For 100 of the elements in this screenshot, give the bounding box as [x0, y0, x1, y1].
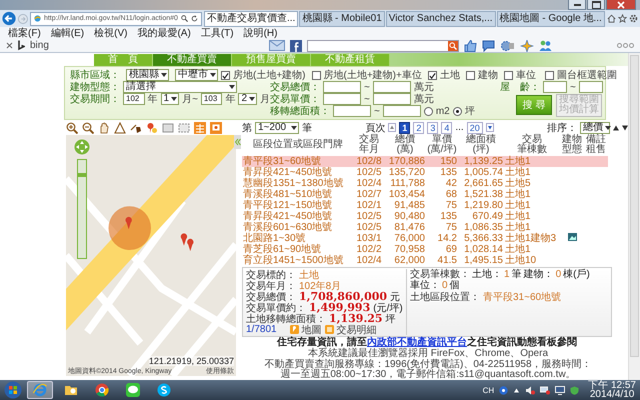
- radio-label: m2: [436, 106, 450, 116]
- column-header: 交易 筆棟數: [504, 134, 560, 156]
- table-cell: 170,886: [388, 156, 425, 167]
- table-cell: 135: [440, 211, 457, 222]
- menu-item[interactable]: 我的最愛(A): [137, 26, 191, 40]
- browser-tab[interactable]: Victor Sanchez Stats,...: [386, 10, 496, 26]
- county-select[interactable]: 桃園縣: [126, 69, 169, 81]
- range-separator: ~: [570, 82, 576, 92]
- clock-date[interactable]: 2014/4/10: [590, 390, 634, 399]
- detail-label: 交易總價：: [246, 290, 296, 302]
- table-cell: 2,661.65: [464, 178, 503, 189]
- table-cell: 青昇段421~450地號: [243, 167, 332, 178]
- field-label: 交易單價：: [270, 92, 320, 106]
- table-cell: 1,139.25: [464, 156, 503, 167]
- table-cell: 102/1: [356, 200, 382, 211]
- range-separator: ~: [374, 106, 380, 116]
- detail-link[interactable]: 地圖: [302, 322, 322, 336]
- unit-label: 萬元: [414, 92, 434, 106]
- page-link[interactable]: 3: [427, 122, 438, 134]
- range-separator: ~: [364, 94, 370, 104]
- page-link[interactable]: 4: [441, 122, 452, 134]
- column-header: 總面積 (坪): [458, 134, 504, 156]
- page-gap: ...: [455, 122, 464, 133]
- platform-link[interactable]: 內政部不動產資訊平台: [367, 337, 467, 348]
- table-cell: 102/4: [356, 178, 382, 189]
- result-row[interactable]: 育立段1451~1500地號 102/4 62,000 41.5 1,495.15 土地10: [242, 255, 608, 266]
- result-row[interactable]: 青溪段481~510地號 102/7 103,454 68 1,521.38 土地1: [242, 189, 608, 200]
- range-select[interactable]: 1~200: [255, 122, 299, 134]
- footer-text: 本系統建議最佳瀏覽器採用 FireFox、Chrome、Opera: [308, 349, 550, 359]
- table-cell: 102/5: [356, 167, 382, 178]
- table-cell: 土地5: [505, 178, 531, 189]
- column-header: 建物 型態: [560, 134, 584, 156]
- field-label: 移轉總面積：: [270, 104, 330, 118]
- site-nav-tab[interactable]: 不動產買賣: [153, 54, 232, 66]
- result-row[interactable]: 北園路1~30號 103/1 76,000 14.2 5,366.33 土地1建物3: [242, 233, 608, 244]
- table-cell: 1,005.74: [464, 167, 503, 178]
- table-cell: 75: [446, 222, 457, 233]
- building-type-select[interactable]: 請選擇: [123, 81, 237, 93]
- result-row[interactable]: 青昇段421~450地號 102/5 90,480 135 670.49 土地1: [242, 211, 608, 222]
- sort-select[interactable]: 總價: [580, 122, 610, 134]
- detail-link[interactable]: 交易明細: [336, 322, 377, 336]
- column-header: 總價 (萬): [384, 134, 426, 156]
- result-row[interactable]: 青昇段421~450地號 102/5 135,720 135 1,005.74 土地1: [242, 167, 608, 178]
- table-cell: 1,086.35: [464, 222, 503, 233]
- year-input[interactable]: 103: [200, 93, 222, 105]
- town-select[interactable]: 中壢市: [175, 69, 218, 81]
- table-cell: 670.49: [472, 211, 503, 222]
- language-indicator[interactable]: CH: [482, 386, 494, 394]
- table-cell: 102/2: [356, 244, 382, 255]
- menu-item[interactable]: 說明(H): [244, 26, 278, 40]
- month-select[interactable]: 1: [160, 93, 180, 105]
- table-cell: 土地1: [505, 189, 531, 200]
- menu-item[interactable]: 檢視(V): [94, 26, 128, 40]
- toolbar-brand: bing: [30, 40, 49, 51]
- month-select[interactable]: 2: [238, 93, 257, 105]
- table-cell: 土地1: [505, 200, 531, 211]
- detail-label: 交易筆棟數：: [410, 269, 470, 280]
- sort-label: 排序：: [547, 122, 578, 134]
- checkbox-label: 圖台框選範圍: [556, 68, 617, 82]
- table-cell: 70,958: [394, 244, 425, 255]
- table-cell: 1,521.38: [464, 189, 503, 200]
- table-cell: 42: [446, 178, 457, 189]
- footer-text: 週一至週五08:00~17:30，電子郵件信箱:s11@quantasoft.com.tw。: [279, 370, 577, 380]
- count-label: 建物：: [524, 269, 554, 280]
- page-link[interactable]: 1: [399, 122, 410, 134]
- menu-item[interactable]: 編輯(E): [50, 26, 84, 40]
- table-cell: 90,480: [394, 211, 425, 222]
- detail-label: 交易單價約：: [246, 302, 306, 314]
- year-input[interactable]: 102: [123, 93, 145, 105]
- menu-item[interactable]: 檔案(F): [8, 26, 41, 40]
- result-row[interactable]: 慧幽段1351~1380地號 102/4 111,788 42 2,661.65 土地5: [242, 178, 608, 189]
- browser-tab[interactable]: 桃園地圖 - Google 地...: [496, 10, 605, 26]
- detail-label: 土地移轉總面積：: [246, 313, 326, 324]
- result-row[interactable]: 青平段121~150地號 102/1 91,485 75 1,219.80 土地1: [242, 200, 608, 211]
- result-row[interactable]: 青芝段61~90地號 102/2 70,958 69 1,028.14 土地1: [242, 244, 608, 255]
- browser-tab[interactable]: 不動產交易實價查...: [204, 10, 298, 26]
- table-cell: 102/8: [356, 156, 382, 167]
- table-cell: 青溪段601~630地號: [243, 222, 332, 233]
- menu-item[interactable]: 工具(T): [200, 26, 234, 40]
- table-cell: 102/5: [356, 222, 382, 233]
- table-cell: 土地1: [505, 156, 531, 167]
- table-cell: 土地10: [505, 255, 536, 266]
- detail-label: 交易年月：: [246, 280, 296, 292]
- table-cell: 135: [440, 167, 457, 178]
- count-value: 0: [556, 269, 562, 280]
- detail-value: 土地: [299, 268, 319, 280]
- clock-time[interactable]: 下午 12:57: [588, 381, 636, 390]
- table-cell: 土地1: [505, 244, 531, 255]
- table-cell: 102/7: [356, 189, 382, 200]
- range-separator: ~: [364, 82, 370, 92]
- page-link[interactable]: 20: [466, 122, 483, 134]
- record-counter: 1/7801: [246, 324, 277, 335]
- result-row[interactable]: 青溪段601~630地號 102/5 81,476 75 1,086.35 土地1: [242, 222, 608, 233]
- checkbox-label: 房地(土地+建物)+車位: [324, 68, 422, 82]
- table-cell: 育立段1451~1500地號: [243, 255, 344, 266]
- page-link[interactable]: 2: [413, 122, 424, 134]
- browser-tab[interactable]: 桃園縣 - Mobile01: [299, 10, 385, 26]
- table-cell: 75: [446, 200, 457, 211]
- count-label: 土地：: [472, 269, 502, 280]
- checkbox-label: 車位: [516, 68, 536, 82]
